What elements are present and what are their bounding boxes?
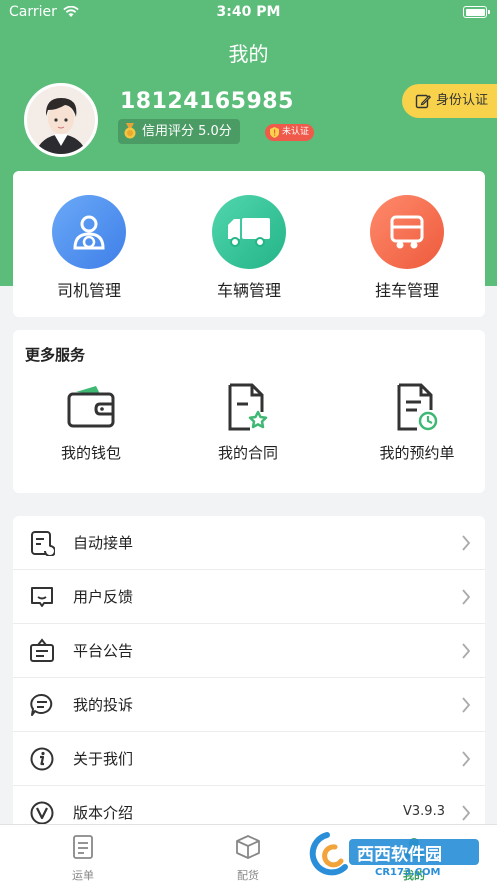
- menu-item-announcement[interactable]: 平台公告: [13, 624, 485, 678]
- vehicle-management-label: 车辆管理: [216, 281, 281, 300]
- menu-item-about[interactable]: 关于我们: [13, 732, 485, 786]
- vehicle-management-button[interactable]: 车辆管理: [189, 195, 309, 301]
- shield-icon: [270, 127, 279, 138]
- chevron-right-icon: [462, 535, 471, 551]
- feedback-icon: [31, 587, 53, 607]
- id-verify-button[interactable]: 身份认证: [402, 84, 497, 118]
- trailer-management-label: 挂车管理: [374, 281, 439, 300]
- page-title: 我的: [228, 42, 269, 66]
- id-verify-label: 身份认证: [436, 93, 489, 108]
- more-services-card: 更多服务 我的钱包 我的合同 我的预约单: [13, 330, 485, 493]
- contract-button[interactable]: 我的合同: [188, 380, 308, 463]
- wallet-button[interactable]: 我的钱包: [31, 380, 151, 463]
- tab-label: 配货: [237, 869, 259, 882]
- chevron-right-icon: [462, 751, 471, 767]
- wallet-icon: [67, 386, 115, 428]
- management-card: 司机管理 车辆管理 挂车管理: [13, 171, 485, 317]
- contract-label: 我的合同: [217, 444, 278, 462]
- credit-score-label: 信用评分 5.0分: [142, 124, 232, 139]
- menu-label: 用户反馈: [73, 588, 134, 606]
- announcement-icon: [30, 638, 54, 662]
- status-time: 3:40 PM: [216, 4, 281, 20]
- credit-score-badge: 信用评分 5.0分: [118, 119, 240, 144]
- cargo-box-icon: [236, 835, 260, 859]
- driver-management-button[interactable]: 司机管理: [29, 195, 149, 301]
- chevron-right-icon: [462, 697, 471, 713]
- menu-label: 版本介绍: [73, 804, 134, 822]
- waybill-icon: [73, 835, 93, 859]
- driver-icon: [73, 215, 105, 250]
- site-watermark: 西西软件园 CR173.COM: [305, 827, 485, 881]
- edit-icon: [415, 94, 431, 109]
- avatar-illustration: [27, 86, 95, 154]
- reservation-icon: [397, 383, 438, 431]
- trailer-management-button[interactable]: 挂车管理: [347, 195, 467, 301]
- phone-number: 18124165985: [120, 89, 294, 114]
- avatar[interactable]: [24, 83, 98, 157]
- menu-label: 平台公告: [73, 642, 134, 660]
- auto-order-icon: [31, 531, 55, 556]
- unverified-badge: 未认证: [265, 124, 315, 141]
- tab-waybill[interactable]: 运单: [23, 833, 143, 883]
- info-icon: [30, 747, 54, 771]
- battery-icon: [463, 6, 490, 18]
- reservation-button[interactable]: 我的预约单: [357, 380, 477, 463]
- tab-cargo[interactable]: 配货: [188, 833, 308, 883]
- reservation-label: 我的预约单: [379, 444, 455, 462]
- watermark-subtext: CR173.COM: [375, 867, 441, 878]
- menu-item-feedback[interactable]: 用户反馈: [13, 570, 485, 624]
- chevron-right-icon: [462, 643, 471, 659]
- driver-management-label: 司机管理: [56, 281, 121, 300]
- complaint-icon: [30, 693, 53, 716]
- contract-icon: [228, 383, 268, 431]
- trailer-icon: [390, 215, 424, 249]
- watermark-text: 西西软件园: [357, 845, 442, 865]
- medal-icon: [124, 123, 136, 139]
- version-value: V3.9.3: [403, 804, 445, 819]
- unverified-label: 未认证: [282, 127, 310, 137]
- chevron-right-icon: [462, 589, 471, 605]
- menu-item-complaint[interactable]: 我的投诉: [13, 678, 485, 732]
- wallet-label: 我的钱包: [60, 444, 121, 462]
- tab-label: 运单: [72, 869, 94, 882]
- menu-label: 自动接单: [73, 534, 134, 552]
- menu-item-auto-order[interactable]: 自动接单: [13, 516, 485, 570]
- truck-icon: [228, 218, 270, 247]
- chevron-right-icon: [462, 805, 471, 821]
- more-services-title: 更多服务: [25, 346, 86, 364]
- menu-list: 自动接单 用户反馈 平台公告 我的投诉 关于我们 版本介绍 V3.9.3: [13, 516, 485, 836]
- menu-label: 我的投诉: [73, 696, 134, 714]
- menu-label: 关于我们: [73, 750, 134, 768]
- status-bar: Carrier 3:40 PM: [0, 0, 497, 26]
- version-icon: [30, 801, 54, 825]
